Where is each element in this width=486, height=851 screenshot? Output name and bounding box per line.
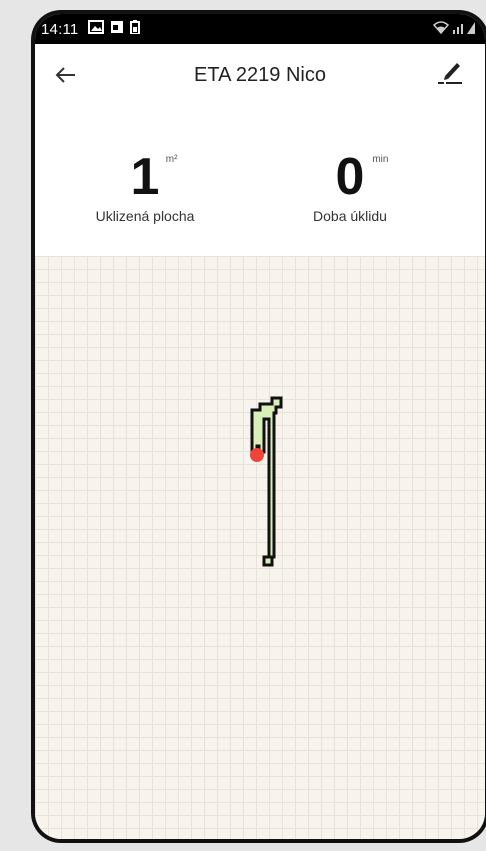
battery-saver-icon [130, 20, 141, 38]
app-bar: ETA 2219 Nico [35, 44, 485, 106]
calendar-icon [110, 20, 124, 38]
app-screen: 14:11 ETA 2219 Nico 1 m² Uklizená plocha… [35, 14, 485, 839]
cleaning-duration-stat: 0 min Doba úklidu [250, 150, 450, 224]
cleaning-duration-value: 0 [335, 148, 365, 206]
robot-position-marker [250, 448, 264, 462]
status-time: 14:11 [41, 20, 79, 38]
status-bar: 14:11 [35, 14, 485, 44]
notification-icons [88, 20, 141, 38]
page-title: ETA 2219 Nico [194, 64, 326, 86]
cleaned-area-stat: 1 m² Uklizená plocha [45, 150, 245, 224]
edit-pencil-icon[interactable] [435, 58, 465, 88]
system-icons [432, 20, 475, 38]
battery-icon [467, 21, 475, 38]
map-canvas [250, 396, 283, 567]
wifi-icon [432, 20, 450, 38]
cleaned-area-label: Uklizená plocha [95, 208, 195, 224]
signal-icon [452, 21, 464, 38]
cleaned-area-path [250, 396, 283, 567]
image-icon [88, 20, 105, 38]
cleaning-duration-unit: min [372, 154, 389, 165]
cleaning-map[interactable] [35, 256, 485, 839]
phone-frame: 14:11 ETA 2219 Nico 1 m² Uklizená plocha… [31, 10, 486, 843]
cleaned-area-value: 1 [130, 148, 160, 206]
cleaning-duration-label: Doba úklidu [313, 208, 387, 224]
cleaned-area-unit: m² [165, 154, 178, 165]
cleaning-stats: 1 m² Uklizená plocha 0 min Doba úklidu [35, 106, 485, 256]
